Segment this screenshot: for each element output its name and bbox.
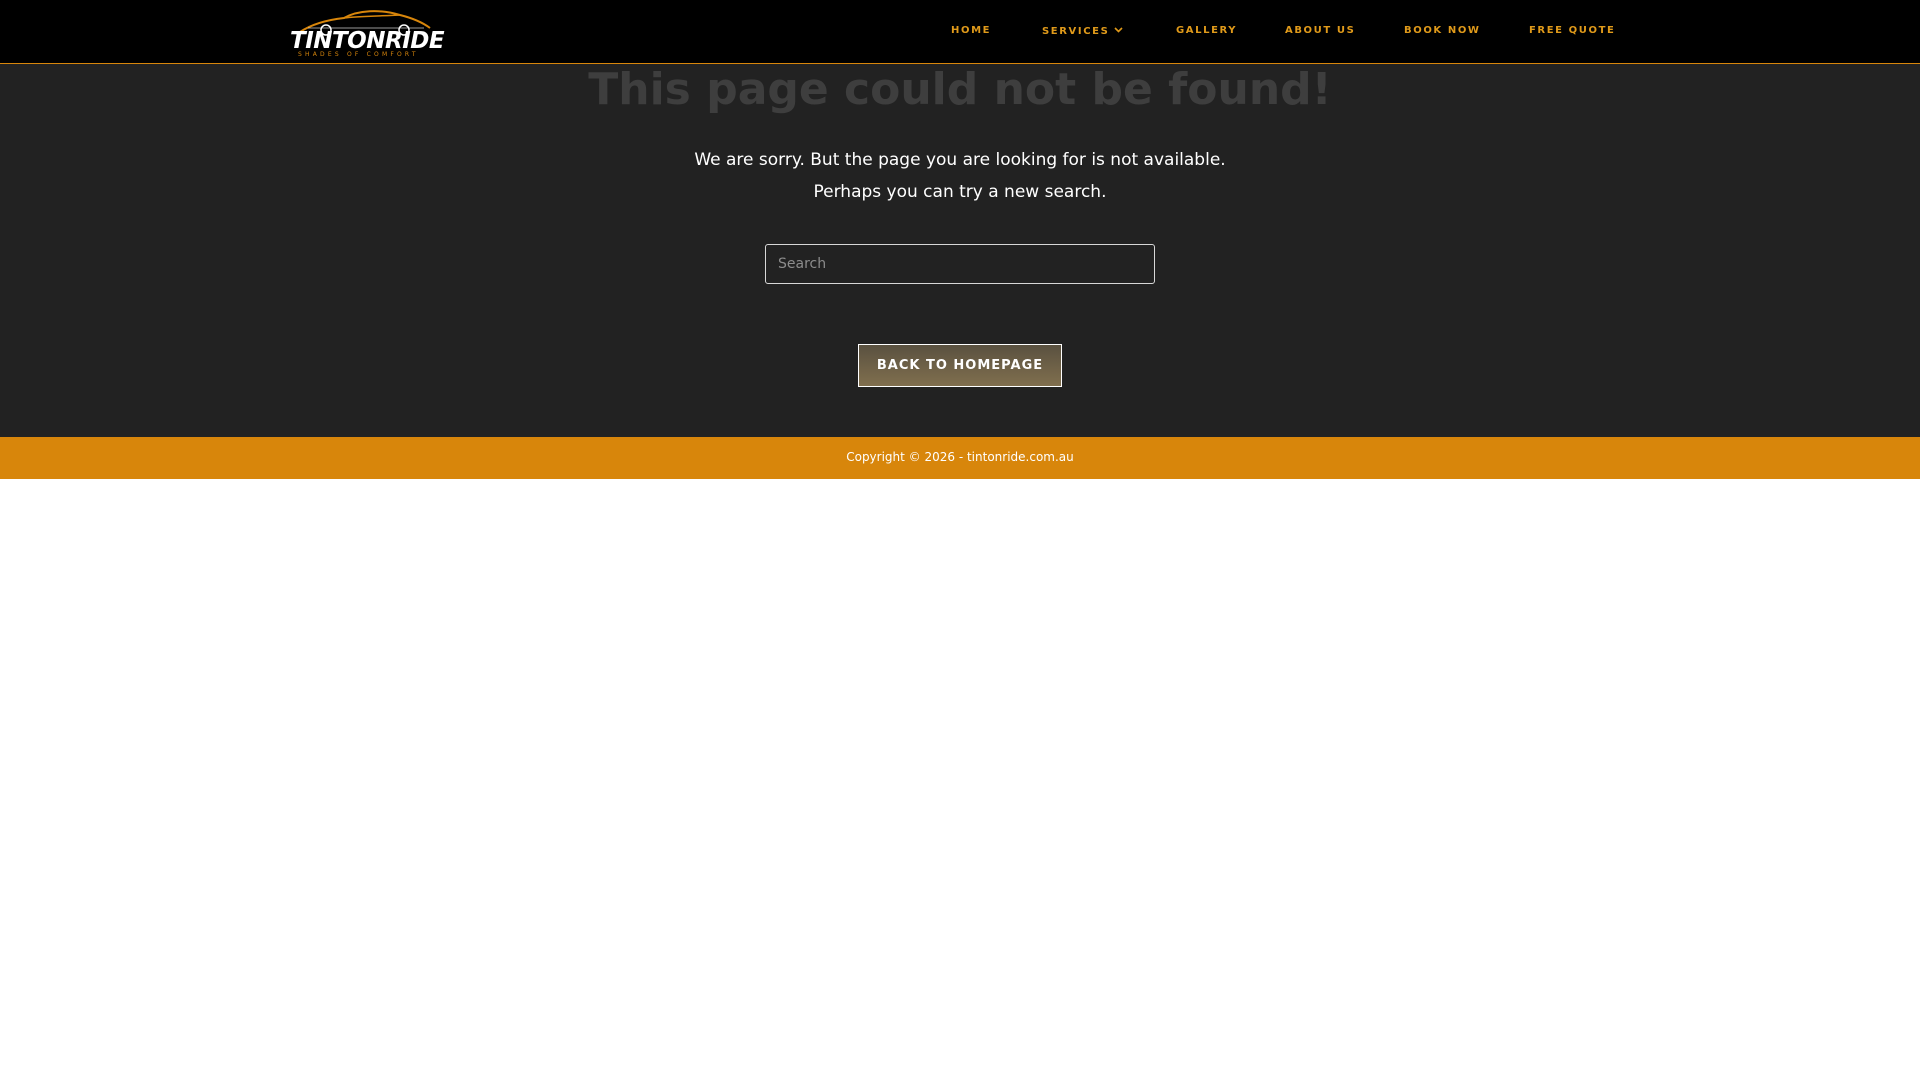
- nav-services-label: SERVICES: [1042, 26, 1110, 37]
- page-title: This page could not be found!: [588, 64, 1332, 115]
- chevron-down-icon: [1114, 25, 1123, 36]
- back-to-homepage-button[interactable]: BACK TO HOMEPAGE: [858, 344, 1062, 387]
- error-content: This page could not be found! We are sor…: [0, 64, 1920, 437]
- site-footer: Copyright © 2026 - tintonride.com.au: [0, 437, 1920, 479]
- nav-about-us[interactable]: ABOUT US: [1285, 25, 1355, 36]
- nav-gallery-label: GALLERY: [1176, 25, 1238, 36]
- copyright-text: Copyright © 2026 - tintonride.com.au: [846, 450, 1074, 464]
- error-message: We are sorry. But the page you are looki…: [694, 150, 1226, 170]
- nav-services[interactable]: SERVICES: [1042, 25, 1123, 37]
- nav-home[interactable]: HOME: [951, 25, 991, 36]
- nav-about-us-label: ABOUT US: [1285, 25, 1356, 36]
- nav-book-now-label: BOOK NOW: [1404, 25, 1481, 36]
- site-logo[interactable]: TINTONRIDE SHADES OF COMFORT: [288, 6, 445, 58]
- nav-free-quote-label: FREE QUOTE: [1529, 25, 1616, 36]
- site-header: TINTONRIDE SHADES OF COMFORT HOME SERVIC…: [0, 0, 1920, 64]
- error-hint: Perhaps you can try a new search.: [813, 182, 1107, 202]
- nav-gallery[interactable]: GALLERY: [1176, 25, 1237, 36]
- logo-tagline: SHADES OF COMFORT: [298, 51, 419, 58]
- nav-home-label: HOME: [951, 25, 992, 36]
- nav-book-now[interactable]: BOOK NOW: [1404, 25, 1481, 36]
- search-input[interactable]: [765, 244, 1155, 284]
- nav-free-quote[interactable]: FREE QUOTE: [1529, 25, 1615, 36]
